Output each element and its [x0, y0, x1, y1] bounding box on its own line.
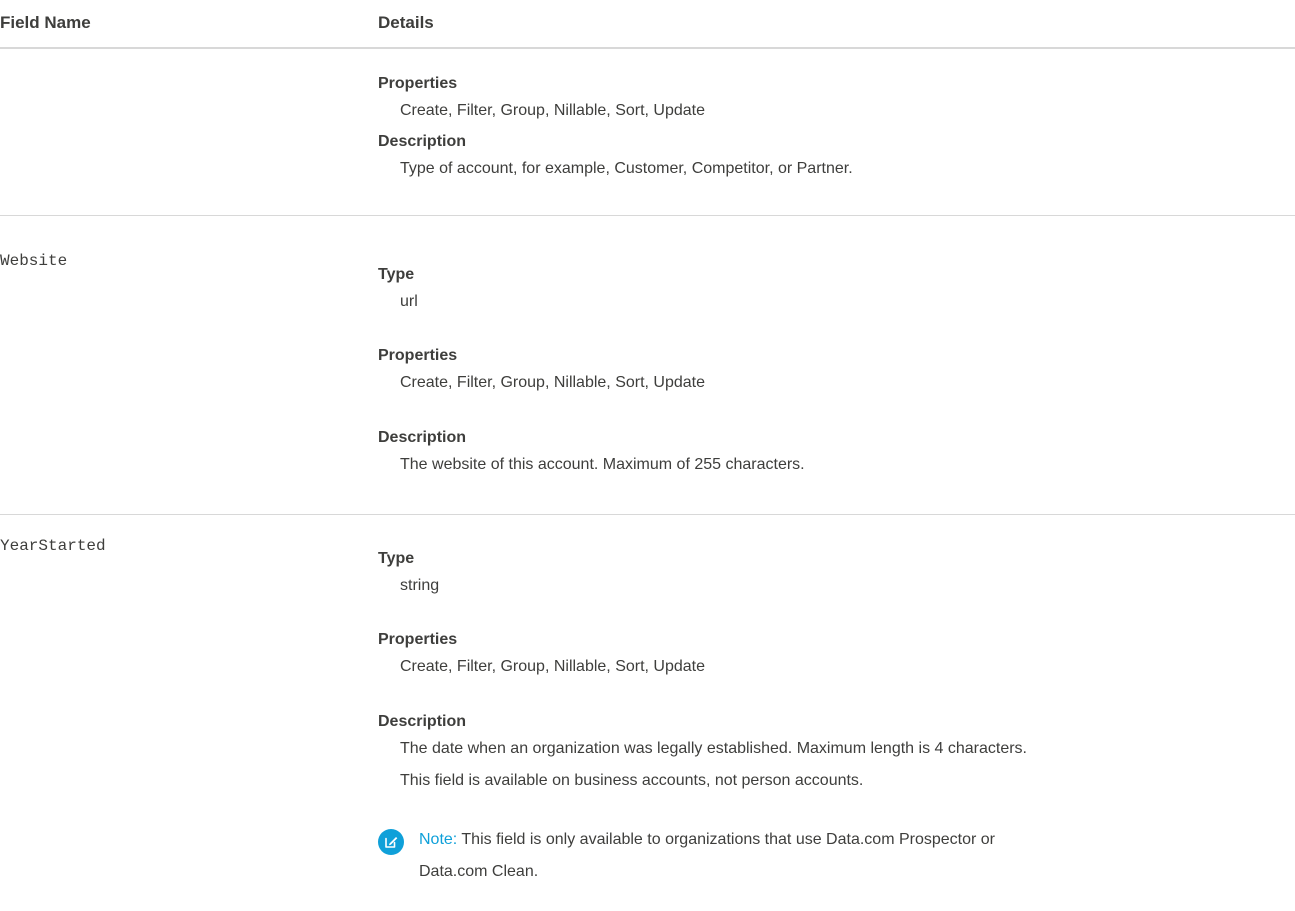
properties-label: Properties	[378, 347, 458, 364]
properties-label: Properties	[378, 75, 458, 92]
properties-label: Properties	[378, 631, 458, 648]
properties-section: Properties Create, Filter, Group, Nillab…	[378, 346, 1295, 396]
description-line: This field is available on business acco…	[400, 772, 864, 789]
column-header-field-name: Field Name	[0, 13, 91, 32]
table-row: YearStarted Type string Properties Creat…	[0, 515, 1295, 911]
table-row: Properties Create, Filter, Group, Nillab…	[0, 49, 1295, 216]
description-section: Description The date when an organizatio…	[378, 712, 1295, 794]
type-section: Type string	[378, 549, 1295, 599]
description-section: Description Type of account, for example…	[378, 132, 1295, 182]
description-value: The website of this account. Maximum of …	[400, 456, 805, 473]
description-section: Description The website of this account.…	[378, 428, 1295, 478]
type-value: url	[400, 293, 418, 310]
properties-value: Create, Filter, Group, Nillable, Sort, U…	[400, 374, 706, 391]
type-label: Type	[378, 550, 415, 567]
field-name: Website	[0, 252, 68, 270]
description-label: Description	[378, 133, 467, 150]
properties-value: Create, Filter, Group, Nillable, Sort, U…	[400, 658, 706, 675]
type-section: Type url	[378, 265, 1295, 315]
description-value: The date when an organization was legall…	[400, 736, 1295, 794]
properties-value: Create, Filter, Group, Nillable, Sort, U…	[400, 102, 706, 119]
table-header: Field Name Details	[0, 0, 1295, 49]
description-label: Description	[378, 713, 467, 730]
type-value: string	[400, 577, 440, 594]
properties-section: Properties Create, Filter, Group, Nillab…	[378, 630, 1295, 680]
note-line: Data.com Clean.	[419, 863, 539, 880]
description-value: Type of account, for example, Customer, …	[400, 160, 853, 177]
type-label: Type	[378, 266, 415, 283]
field-name: YearStarted	[0, 537, 106, 555]
note-label: Note:	[419, 831, 458, 848]
note-text: Note: This field is only available to or…	[419, 827, 1295, 885]
description-label: Description	[378, 429, 467, 446]
edit-note-icon	[378, 829, 404, 855]
column-header-details: Details	[378, 13, 434, 32]
description-line: The date when an organization was legall…	[400, 740, 1027, 757]
note-line: This field is only available to organiza…	[461, 831, 996, 848]
properties-section: Properties Create, Filter, Group, Nillab…	[378, 74, 1295, 124]
table-row: Website Type url Properties Create, Filt…	[0, 216, 1295, 515]
